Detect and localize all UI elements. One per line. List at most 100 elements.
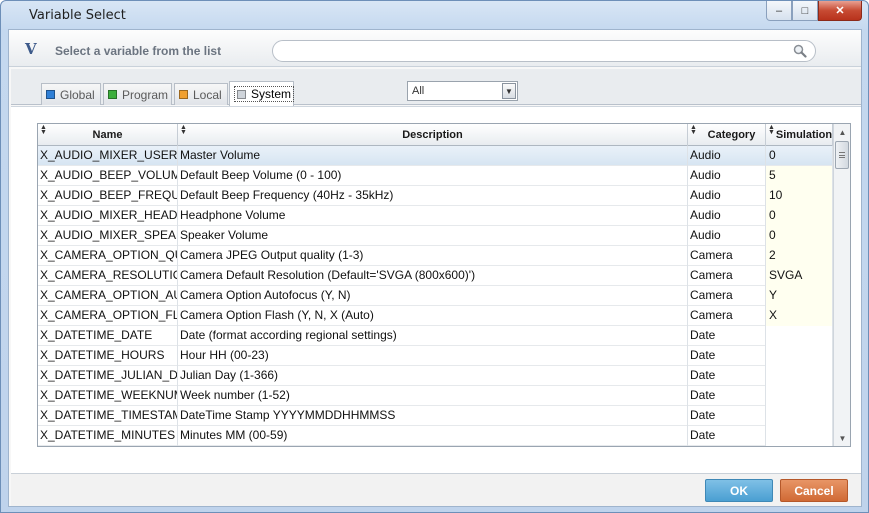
- cell-category: Audio: [688, 186, 766, 206]
- cell-simulation: [766, 426, 833, 446]
- scroll-up-icon[interactable]: ▲: [835, 124, 850, 140]
- table-header: ▲ ▼ Name ▲ ▼ Description ▲ ▼ Category ▲ ▼ Si…: [38, 124, 833, 146]
- table-row[interactable]: X_DATETIME_TIMESTAMP DateTime Stamp YYYYM…: [38, 406, 833, 426]
- column-header-description[interactable]: ▲ ▼ Description: [178, 124, 688, 146]
- grip-icon: [839, 152, 845, 158]
- cell-simulation: [766, 386, 833, 406]
- cell-category: Date: [688, 366, 766, 386]
- column-header-simulation[interactable]: ▲ ▼ Simulation: [766, 124, 833, 146]
- cell-simulation: SVGA: [766, 266, 833, 286]
- tab-system[interactable]: System: [229, 81, 295, 106]
- cell-name: X_DATETIME_MINUTES: [38, 426, 178, 446]
- cell-description: Camera JPEG Output quality (1-3): [178, 246, 688, 266]
- cell-name: X_CAMERA_RESOLUTION: [38, 266, 178, 286]
- filter-value: All: [412, 85, 425, 97]
- cell-description: Speaker Volume: [178, 226, 688, 246]
- title-bar[interactable]: Variable Select – □ ✕: [1, 1, 868, 29]
- cell-description: Camera Option Autofocus (Y, N): [178, 286, 688, 306]
- column-header-category[interactable]: ▲ ▼ Category: [688, 124, 766, 146]
- table-row[interactable]: X_DATETIME_JULIAN_DAY Julian Day (1-366) D…: [38, 366, 833, 386]
- table-row[interactable]: X_CAMERA_OPTION_QUALITYCamera JPEG Outpu…: [38, 246, 833, 266]
- table-row[interactable]: X_DATETIME_WEEKNUMBERWeek number (1-52)D…: [38, 386, 833, 406]
- tab-global[interactable]: Global: [41, 83, 101, 105]
- column-label: Description: [402, 129, 463, 141]
- cell-name: X_CAMERA_OPTION_AUTOFOCUS: [38, 286, 178, 306]
- cell-simulation: [766, 406, 833, 426]
- table-row[interactable]: X_DATETIME_MINUTES Minutes MM (00-59) Date: [38, 426, 833, 446]
- cell-name: X_AUDIO_MIXER_HEADPHONE: [38, 206, 178, 226]
- cell-simulation: [766, 346, 833, 366]
- dialog-footer: OK Cancel: [11, 473, 861, 506]
- chevron-down-icon[interactable]: ▼: [502, 83, 516, 99]
- cell-description: Headphone Volume: [178, 206, 688, 226]
- cell-simulation: X: [766, 306, 833, 326]
- sort-icon[interactable]: ▲ ▼: [180, 124, 187, 136]
- program-color-icon: [108, 90, 117, 99]
- cell-name: X_AUDIO_BEEP_VOLUME: [38, 166, 178, 186]
- cell-name: X_DATETIME_TIMESTAMP: [38, 406, 178, 426]
- scrollbar-thumb[interactable]: [835, 141, 849, 169]
- cell-name: X_AUDIO_MIXER_USER_VOLUME: [38, 146, 178, 166]
- tab-program[interactable]: Program: [103, 83, 172, 105]
- cell-simulation: [766, 366, 833, 386]
- table-row[interactable]: X_AUDIO_BEEP_VOLUME Default Beep Volume (…: [38, 166, 833, 186]
- dialog-body: V Select a variable from the list Global…: [8, 29, 862, 507]
- global-color-icon: [46, 90, 55, 99]
- category-filter-select[interactable]: All ▼: [407, 81, 518, 101]
- content-area: ▲ ▼ Name ▲ ▼ Description ▲ ▼ Category ▲ ▼ Si…: [11, 106, 861, 473]
- sort-icon[interactable]: ▲ ▼: [40, 124, 47, 136]
- minimize-icon[interactable]: –: [766, 1, 792, 21]
- cell-simulation: 10: [766, 186, 833, 206]
- table-row[interactable]: X_DATETIME_DATE Date (format according re…: [38, 326, 833, 346]
- search-input[interactable]: [272, 40, 816, 62]
- cell-name: X_DATETIME_JULIAN_DAY: [38, 366, 178, 386]
- app-logo: V: [25, 40, 37, 58]
- column-label: Category: [707, 129, 756, 141]
- column-header-name[interactable]: ▲ ▼ Name: [38, 124, 178, 146]
- cell-description: Master Volume: [178, 146, 688, 166]
- table-row[interactable]: X_AUDIO_MIXER_USER_VOLUMEMaster VolumeAu…: [38, 146, 833, 166]
- cell-name: X_CAMERA_OPTION_FLASH: [38, 306, 178, 326]
- cell-name: X_DATETIME_WEEKNUMBER: [38, 386, 178, 406]
- tab-strip: Global Program Local System All ▼: [11, 69, 861, 106]
- tab-label: Program: [122, 87, 169, 102]
- cell-simulation: 5: [766, 166, 833, 186]
- cell-name: X_CAMERA_OPTION_QUALITY: [38, 246, 178, 266]
- table-row[interactable]: X_CAMERA_OPTION_AUTOFOCUSCamera Option A…: [38, 286, 833, 306]
- tab-local[interactable]: Local: [174, 83, 228, 105]
- table-row[interactable]: X_CAMERA_OPTION_FLASHCamera Option Flash…: [38, 306, 833, 326]
- ok-button[interactable]: OK: [705, 479, 773, 502]
- search-icon[interactable]: [793, 44, 807, 58]
- tab-focus-frame: System: [234, 86, 295, 102]
- cell-description: DateTime Stamp YYYYMMDDHHMMSS: [178, 406, 688, 426]
- table-row[interactable]: X_AUDIO_BEEP_FREQUENCYDefault Beep Frequ…: [38, 186, 833, 206]
- column-label: Simulation: [775, 129, 833, 141]
- cell-simulation: 0: [766, 206, 833, 226]
- scroll-down-icon[interactable]: ▼: [835, 430, 850, 446]
- tab-label: Local: [193, 87, 222, 102]
- sort-icon[interactable]: ▲ ▼: [690, 124, 697, 136]
- sort-icon[interactable]: ▲ ▼: [768, 124, 775, 136]
- table-row[interactable]: X_AUDIO_MIXER_SPEAKERSpeaker VolumeAudio…: [38, 226, 833, 246]
- table-row[interactable]: X_AUDIO_MIXER_HEADPHONEHeadphone VolumeA…: [38, 206, 833, 226]
- cell-category: Date: [688, 346, 766, 366]
- cell-description: Week number (1-52): [178, 386, 688, 406]
- cell-category: Camera: [688, 286, 766, 306]
- cell-simulation: 0: [766, 226, 833, 246]
- cancel-button[interactable]: Cancel: [780, 479, 848, 502]
- window-controls: – □ ✕: [766, 1, 862, 21]
- cell-description: Default Beep Frequency (40Hz - 35kHz): [178, 186, 688, 206]
- table-row[interactable]: X_DATETIME_HOURS Hour HH (00-23) Date: [38, 346, 833, 366]
- table-row[interactable]: X_CAMERA_RESOLUTION Camera Default Resolu…: [38, 266, 833, 286]
- maximize-icon[interactable]: □: [792, 1, 818, 21]
- cell-simulation: [766, 326, 833, 346]
- cell-category: Audio: [688, 166, 766, 186]
- close-icon[interactable]: ✕: [818, 1, 862, 21]
- window-title: Variable Select: [29, 8, 126, 23]
- tab-label: System: [251, 87, 292, 101]
- system-color-icon: [237, 89, 246, 99]
- variables-table: ▲ ▼ Name ▲ ▼ Description ▲ ▼ Category ▲ ▼ Si…: [37, 123, 851, 447]
- cell-category: Camera: [688, 306, 766, 326]
- cell-category: Date: [688, 406, 766, 426]
- vertical-scrollbar[interactable]: ▲ ▼: [833, 124, 850, 446]
